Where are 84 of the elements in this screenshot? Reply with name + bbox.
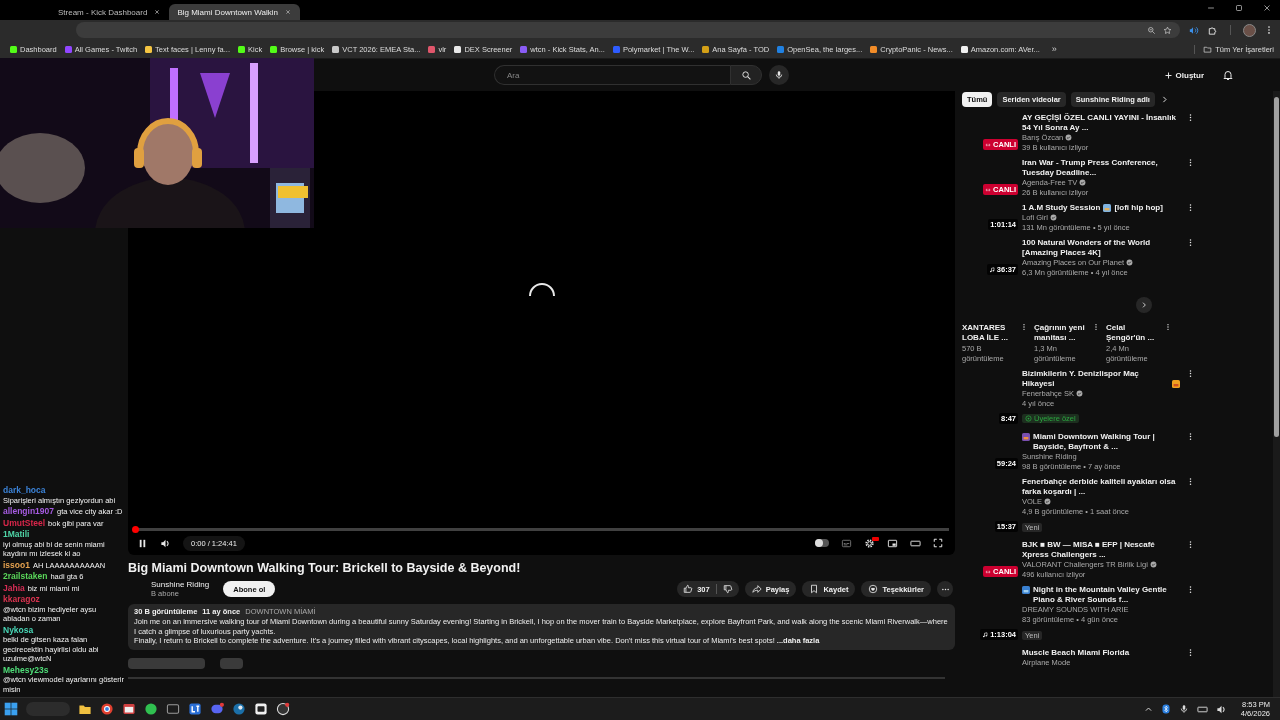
zoom-icon[interactable]	[1147, 25, 1156, 35]
miniplayer-icon[interactable]	[887, 537, 898, 549]
share-icon	[751, 584, 762, 594]
scrubber-handle[interactable]	[132, 526, 139, 533]
microphone-icon	[774, 70, 784, 80]
notifications-icon[interactable]	[1222, 69, 1234, 81]
search-field[interactable]: Ara	[494, 65, 730, 85]
close-icon[interactable]	[1262, 3, 1272, 13]
video-title[interactable]: AY GEÇİŞİ ÖZEL CANLI YAYINI - İnsanlık 54 Yıl Sonra Ay ...	[1022, 113, 1180, 133]
chat-app-icon[interactable]	[144, 702, 158, 716]
subtitles-icon[interactable]	[841, 537, 852, 549]
volume-icon[interactable]	[160, 537, 171, 549]
description-box[interactable]	[128, 604, 955, 650]
next-button[interactable]	[1136, 297, 1152, 313]
browser-tab[interactable]: Stream - Kick Dashboard	[50, 4, 170, 20]
video-title[interactable]: BJK ■ BW — MISA ■ EFP | Nescafé Xpress Challengers ...	[1022, 540, 1180, 560]
star-icon[interactable]	[1163, 25, 1172, 35]
autoplay-toggle[interactable]	[815, 539, 829, 547]
create-button[interactable]: Oluştur	[1159, 67, 1208, 83]
extensions-icon[interactable]	[1207, 24, 1218, 36]
volume-icon[interactable]	[1215, 703, 1227, 715]
start-icon[interactable]	[4, 702, 18, 716]
chat-username[interactable]: Mehesy23s	[3, 665, 49, 675]
music-note-icon	[988, 266, 995, 273]
chat-username[interactable]: 2railstaken	[3, 572, 48, 582]
more-options-icon[interactable]	[1092, 323, 1100, 331]
video-title[interactable]: 1 A.M Study Session	[1022, 203, 1101, 213]
video-title[interactable]: Miami Downtown Walking Tour | Bayside, Bayfront & ...	[1033, 432, 1180, 452]
folder-icon	[1203, 44, 1213, 54]
chat-username[interactable]: kkaragoz	[3, 595, 40, 605]
bookmark-icon	[809, 584, 820, 594]
close-icon[interactable]	[153, 8, 162, 16]
video-title[interactable]: Night in the Mountain Valley Gentle Piano & River Sounds f...	[1033, 585, 1180, 605]
voice-search-button[interactable]	[769, 65, 789, 85]
chat-username[interactable]: dark_hoca	[3, 486, 46, 496]
video-title: Big Miami Downtown Walking Tour: Brickell to Bayside & Beyond!	[128, 561, 522, 575]
channel-name[interactable]: Sunshine Riding	[151, 580, 210, 589]
more-bookmarks-button[interactable]: »	[1051, 44, 1057, 54]
members-icon	[1025, 415, 1032, 422]
terminal-icon[interactable]	[166, 702, 180, 716]
chat-username[interactable]: UmutSteel	[3, 518, 46, 528]
more-options-icon[interactable]	[1164, 323, 1172, 331]
live-icon	[985, 186, 992, 193]
video-title[interactable]: 100 Natural Wonders of the World [Amazing Places 4K]	[1022, 238, 1180, 258]
scrollbar-thumb[interactable]	[1274, 97, 1279, 437]
browser-tab[interactable]: Big Miami Downtown Walkin	[169, 4, 300, 20]
video-title[interactable]: Çağrının yeni manitası ...	[1034, 323, 1090, 343]
search-icon	[740, 69, 752, 81]
microphone-icon[interactable]	[1178, 704, 1189, 714]
profile-avatar[interactable]	[1243, 23, 1256, 37]
app-icon[interactable]	[188, 702, 202, 716]
music-note-icon	[982, 631, 989, 638]
video-title[interactable]: Bizimkilerin Y. Denizlispor Maç Hikayesi	[1022, 369, 1169, 389]
close-icon[interactable]	[284, 8, 292, 16]
video-title[interactable]: Muscle Beach Miami Florida	[1022, 648, 1130, 658]
maximize-icon[interactable]	[1234, 3, 1244, 13]
fullscreen-icon[interactable]	[933, 538, 943, 548]
browser-icon[interactable]	[100, 702, 114, 716]
video-title[interactable]: Fenerbahçe derbide kaliteli ayakları olsa farka koşardı | ...	[1022, 477, 1180, 497]
thumbs-up-icon	[683, 584, 694, 594]
live-icon	[985, 141, 992, 148]
loading-placeholder	[220, 657, 243, 669]
video-title[interactable]: [lofi hip hop]	[1114, 203, 1163, 213]
chat-username[interactable]: Jahia	[3, 583, 25, 593]
plus-icon	[1163, 70, 1173, 80]
chat-username[interactable]: Nykosa	[3, 625, 34, 635]
thumbs-down-icon	[722, 584, 733, 594]
live-icon	[985, 568, 992, 575]
settings-icon	[864, 537, 875, 549]
more-options-icon[interactable]	[1020, 323, 1028, 331]
pause-icon[interactable]	[137, 537, 148, 549]
chat-username[interactable]: allengin1907	[3, 507, 55, 517]
chat-username[interactable]: issoo1	[3, 560, 30, 570]
chevron-right-icon	[1140, 301, 1148, 309]
speaker-icon[interactable]	[1188, 24, 1199, 36]
video-title[interactable]: XANTARES LOBA İLE ...	[962, 323, 1018, 343]
calendar-icon[interactable]	[122, 702, 136, 716]
video-title[interactable]: Iran War - Trump Press Conference, Tuesday Deadline...	[1022, 158, 1180, 178]
video-title[interactable]: Celal Şengör'ün ...	[1106, 323, 1162, 343]
app-icon[interactable]	[254, 702, 268, 716]
bluetooth-icon[interactable]	[1160, 703, 1171, 715]
chat-username[interactable]: 1Matili	[3, 530, 30, 540]
search-button[interactable]	[730, 65, 762, 85]
scrollbar[interactable]	[1273, 91, 1280, 697]
